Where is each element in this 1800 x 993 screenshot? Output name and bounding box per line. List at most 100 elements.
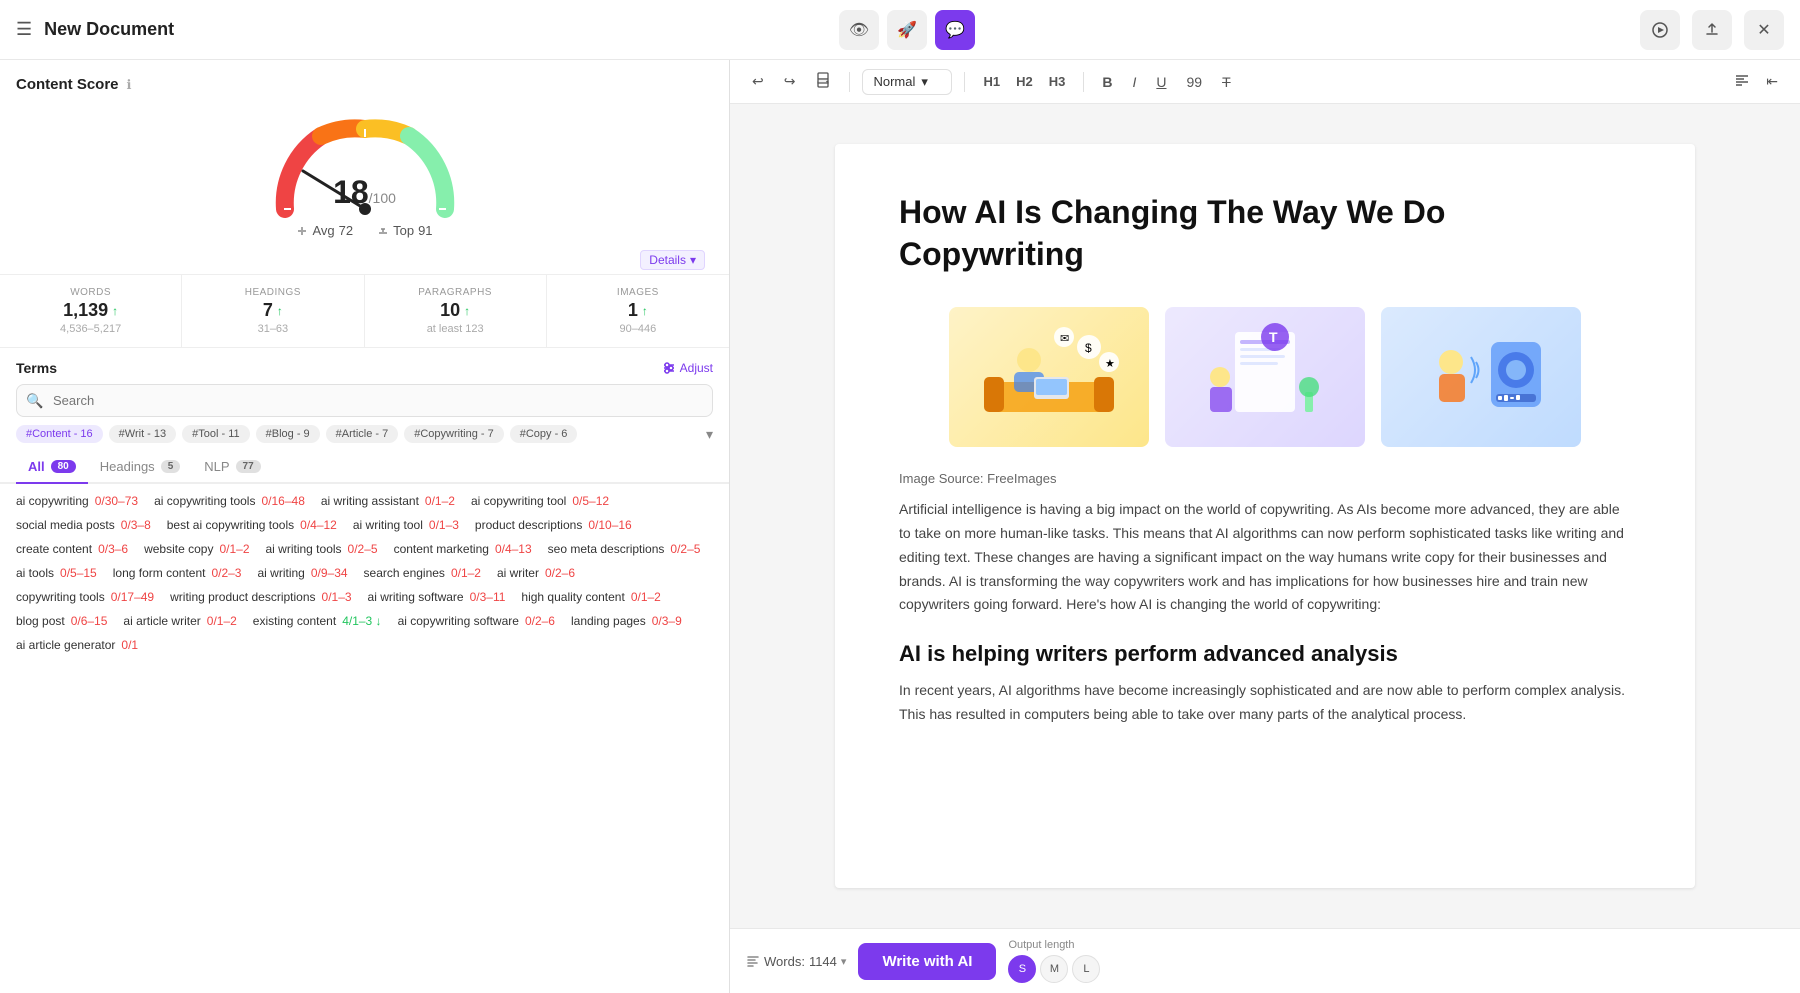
align-left-button[interactable] (1728, 68, 1756, 95)
list-item[interactable]: content marketing 0/4–13 (394, 540, 532, 558)
editor-area[interactable]: How AI Is Changing The Way We Do Copywri… (730, 104, 1800, 928)
list-item[interactable]: ai writing tools 0/2–5 (266, 540, 378, 558)
tag-article[interactable]: #Article - 7 (326, 425, 399, 443)
details-button[interactable]: Details ▾ (640, 250, 705, 270)
list-item[interactable]: ai copywriting software 0/2–6 (398, 612, 555, 630)
h1-button[interactable]: H1 (977, 70, 1006, 93)
list-item[interactable]: existing content 4/1–3 ↓ (253, 612, 382, 630)
list-item[interactable]: ai writing assistant 0/1–2 (321, 492, 455, 510)
chat-icon-btn[interactable]: 💬 (935, 10, 975, 50)
list-item[interactable]: ai copywriting tools 0/16–48 (154, 492, 305, 510)
close-icon-btn[interactable]: ✕ (1744, 10, 1784, 50)
tag-blog[interactable]: #Blog - 9 (256, 425, 320, 443)
image-caption: Image Source: FreeImages (899, 471, 1631, 486)
tag-copy[interactable]: #Copy - 6 (510, 425, 578, 443)
tab-all[interactable]: All 80 (16, 451, 88, 484)
headings-stat: HEADINGS 7↑ 31–63 (182, 275, 364, 347)
rocket-icon-btn[interactable]: 🚀 (887, 10, 927, 50)
tag-content[interactable]: #Content - 16 (16, 425, 103, 443)
redo-button[interactable]: ↪ (778, 69, 802, 94)
undo-button[interactable]: ↩ (746, 69, 770, 94)
svg-text:✉: ✉ (1060, 333, 1069, 345)
size-buttons: S M L (1008, 955, 1100, 983)
images-stat: IMAGES 1↑ 90–446 (547, 275, 729, 347)
svg-text:$: $ (1085, 341, 1092, 355)
print-button[interactable] (809, 68, 837, 95)
illustration-2: T (1165, 307, 1365, 447)
words-count: Words: 1144 ▾ (746, 954, 846, 969)
size-l-button[interactable]: L (1072, 955, 1100, 983)
list-item[interactable]: writing product descriptions 0/1–3 (170, 588, 351, 606)
list-item[interactable]: product descriptions 0/10–16 (475, 516, 632, 534)
top-label: Top 91 (377, 223, 432, 238)
output-length-label: Output length (1008, 939, 1100, 951)
quote-button[interactable]: 99 (1180, 70, 1208, 94)
words-count-value: 1144 (809, 954, 837, 969)
hero-images: $ ✉ ★ (899, 307, 1631, 447)
strikethrough-button[interactable]: T (1216, 70, 1237, 94)
list-item[interactable]: ai writer 0/2–6 (497, 564, 575, 582)
list-item[interactable]: website copy 0/1–2 (144, 540, 249, 558)
score-denom: /100 (369, 190, 396, 206)
h2-button[interactable]: H2 (1010, 70, 1039, 93)
info-icon[interactable]: ℹ (127, 77, 132, 93)
tab-nlp[interactable]: NLP 77 (192, 451, 272, 484)
body-text-1: Artificial intelligence is having a big … (899, 498, 1631, 617)
list-item[interactable]: seo meta descriptions 0/2–5 (548, 540, 701, 558)
format-select[interactable]: Normal ▾ (862, 69, 952, 95)
bottom-bar: Words: 1144 ▾ Write with AI Output lengt… (730, 928, 1800, 993)
h3-button[interactable]: H3 (1043, 70, 1072, 93)
illustration-3 (1381, 307, 1581, 447)
bold-button[interactable]: B (1096, 70, 1118, 94)
tags-expand-button[interactable]: ▾ (706, 426, 713, 443)
menu-icon[interactable]: ☰ (16, 19, 32, 40)
list-item[interactable]: ai tools 0/5–15 (16, 564, 97, 582)
paragraphs-stat: PARAGRAPHS 10↑ at least 123 (365, 275, 547, 347)
eye-icon-btn[interactable]: 👁 (839, 10, 879, 50)
tag-copywriting[interactable]: #Copywriting - 7 (404, 425, 503, 443)
upload-icon-btn[interactable] (1692, 10, 1732, 50)
list-item[interactable]: best ai copywriting tools 0/4–12 (167, 516, 337, 534)
list-item[interactable]: ai writing tool 0/1–3 (353, 516, 459, 534)
words-dropdown-icon[interactable]: ▾ (841, 955, 847, 968)
document-heading: How AI Is Changing The Way We Do Copywri… (899, 192, 1631, 275)
list-item[interactable]: long form content 0/2–3 (113, 564, 242, 582)
svg-text:★: ★ (1105, 358, 1115, 370)
stats-row: WORDS 1,139↑ 4,536–5,217 HEADINGS 7↑ 31–… (0, 274, 729, 348)
list-item[interactable]: create content 0/3–6 (16, 540, 128, 558)
list-item[interactable]: social media posts 0/3–8 (16, 516, 151, 534)
tag-filters: #Content - 16 #Writ - 13 #Tool - 11 #Blo… (0, 425, 729, 451)
italic-button[interactable]: I (1126, 70, 1142, 94)
content-score-title: Content Score (16, 76, 119, 93)
underline-button[interactable]: U (1150, 70, 1172, 94)
illustration-1: $ ✉ ★ (949, 307, 1149, 447)
list-item[interactable]: ai copywriting 0/30–73 (16, 492, 138, 510)
collapse-button[interactable]: ⇤ (1760, 69, 1784, 94)
list-item[interactable]: search engines 0/1–2 (364, 564, 481, 582)
avg-label: Avg 72 (296, 223, 353, 238)
output-length: Output length S M L (1008, 939, 1100, 983)
document-content[interactable]: How AI Is Changing The Way We Do Copywri… (835, 144, 1695, 888)
list-item[interactable]: ai article writer 0/1–2 (123, 612, 236, 630)
list-item[interactable]: blog post 0/6–15 (16, 612, 107, 630)
list-item[interactable]: ai copywriting tool 0/5–12 (471, 492, 609, 510)
size-s-button[interactable]: S (1008, 955, 1036, 983)
tab-headings[interactable]: Headings 5 (88, 451, 193, 484)
list-item[interactable]: ai writing software 0/3–11 (368, 588, 506, 606)
subheading-1: AI is helping writers perform advanced a… (899, 641, 1631, 667)
list-item[interactable]: ai article generator 0/1 (16, 636, 138, 654)
terms-tabs: All 80 Headings 5 NLP 77 (0, 451, 729, 484)
list-item[interactable]: ai writing 0/9–34 (257, 564, 347, 582)
list-item[interactable]: copywriting tools 0/17–49 (16, 588, 154, 606)
editor-toolbar: ↩ ↪ Normal ▾ H1 H2 H3 B I U 99 T (730, 60, 1800, 104)
terms-search[interactable]: 🔍 (16, 384, 713, 417)
write-with-ai-button[interactable]: Write with AI (858, 943, 996, 980)
tag-writ[interactable]: #Writ - 13 (109, 425, 176, 443)
adjust-button[interactable]: Adjust (662, 361, 713, 375)
size-m-button[interactable]: M (1040, 955, 1068, 983)
tag-tool[interactable]: #Tool - 11 (182, 425, 250, 443)
search-input[interactable] (16, 384, 713, 417)
list-item[interactable]: landing pages 0/3–9 (571, 612, 682, 630)
play-icon-btn[interactable] (1640, 10, 1680, 50)
list-item[interactable]: high quality content 0/1–2 (521, 588, 660, 606)
